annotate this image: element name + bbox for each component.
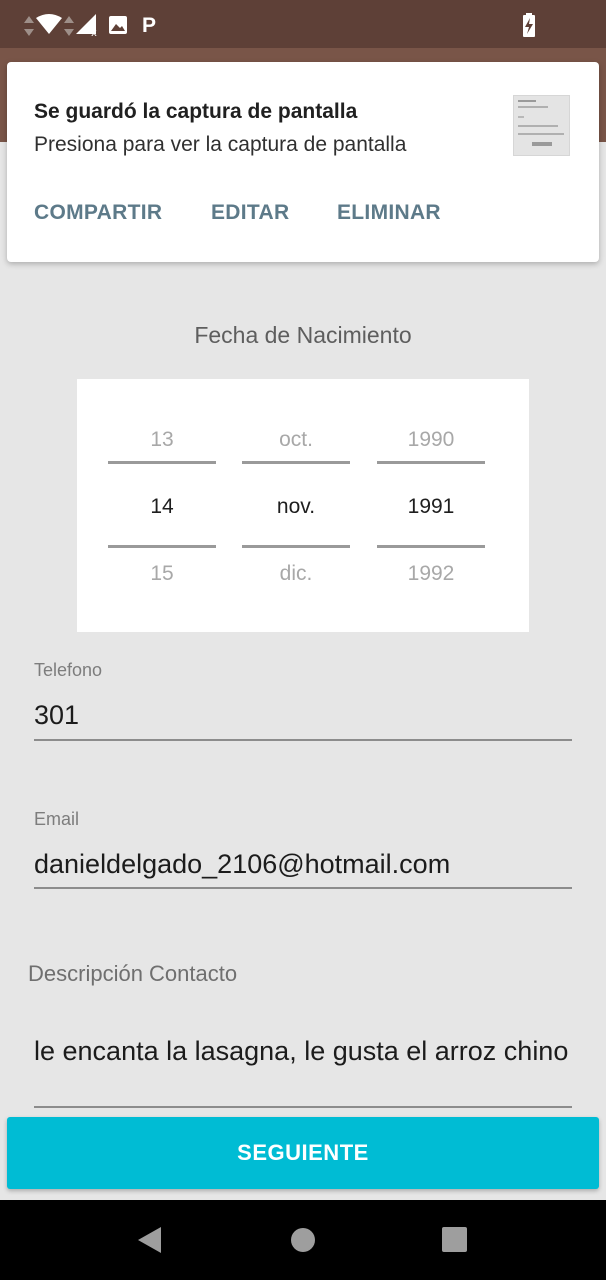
month-prev[interactable]: oct. (242, 428, 350, 452)
month-spinner[interactable]: oct. nov. dic. (242, 379, 350, 632)
wifi-icon (36, 14, 62, 34)
picker-divider (108, 545, 216, 548)
year-selected[interactable]: 1991 (377, 495, 485, 519)
battery-charging-icon (523, 13, 535, 37)
home-icon[interactable] (290, 1227, 316, 1253)
back-icon[interactable] (137, 1226, 163, 1254)
delete-button[interactable]: ELIMINAR (337, 201, 441, 225)
email-field[interactable]: danieldelgado_2106@hotmail.com (34, 849, 450, 880)
phone-field[interactable]: 301 (34, 700, 79, 731)
description-label: Descripción Contacto (28, 961, 238, 986)
notification-text: Presiona para ver la captura de pantalla (34, 133, 407, 156)
svg-text:x: x (91, 28, 97, 36)
screenshot-notification[interactable]: Se guardó la captura de pantalla Presion… (7, 62, 599, 262)
image-icon (109, 16, 127, 34)
data-arrows-icon (24, 16, 34, 36)
month-next[interactable]: dic. (242, 562, 350, 586)
day-prev[interactable]: 13 (108, 428, 216, 452)
picker-divider (377, 461, 485, 464)
phone-label: Telefono (34, 660, 103, 680)
year-prev[interactable]: 1990 (377, 428, 485, 452)
day-spinner[interactable]: 13 14 15 (108, 379, 216, 632)
picker-divider (377, 545, 485, 548)
month-selected[interactable]: nov. (242, 495, 350, 519)
email-underline (34, 887, 572, 889)
edit-button[interactable]: EDITAR (211, 201, 289, 225)
description-underline (34, 1106, 572, 1108)
notification-title: Se guardó la captura de pantalla (34, 100, 358, 123)
signal-no-sim-icon: x (76, 14, 97, 36)
recents-icon[interactable] (442, 1227, 467, 1252)
svg-text:P: P (142, 14, 156, 35)
year-spinner[interactable]: 1990 1991 1992 (377, 379, 485, 632)
phone-underline (34, 739, 572, 741)
navigation-bar (0, 1200, 606, 1280)
email-label: Email (34, 809, 80, 829)
screenshot-thumbnail[interactable] (513, 95, 570, 156)
birth-date-label: Fecha de Nacimiento (194, 322, 412, 348)
day-next[interactable]: 15 (108, 562, 216, 586)
picker-divider (242, 545, 350, 548)
picker-divider (108, 461, 216, 464)
parking-icon: P (142, 14, 156, 35)
data-arrows-icon (64, 16, 74, 36)
year-next[interactable]: 1992 (377, 562, 485, 586)
share-button[interactable]: COMPARTIR (34, 201, 162, 225)
description-field[interactable]: le encanta la lasagna, le gusta el arroz… (34, 1033, 574, 1069)
picker-divider (242, 461, 350, 464)
day-selected[interactable]: 14 (108, 495, 216, 519)
date-picker[interactable]: 13 14 15 oct. nov. dic. 1990 1991 1992 (77, 379, 529, 632)
status-bar: x P (0, 0, 606, 48)
next-button[interactable]: SEGUIENTE (7, 1117, 599, 1189)
thumbnail-image-icon (518, 100, 564, 146)
